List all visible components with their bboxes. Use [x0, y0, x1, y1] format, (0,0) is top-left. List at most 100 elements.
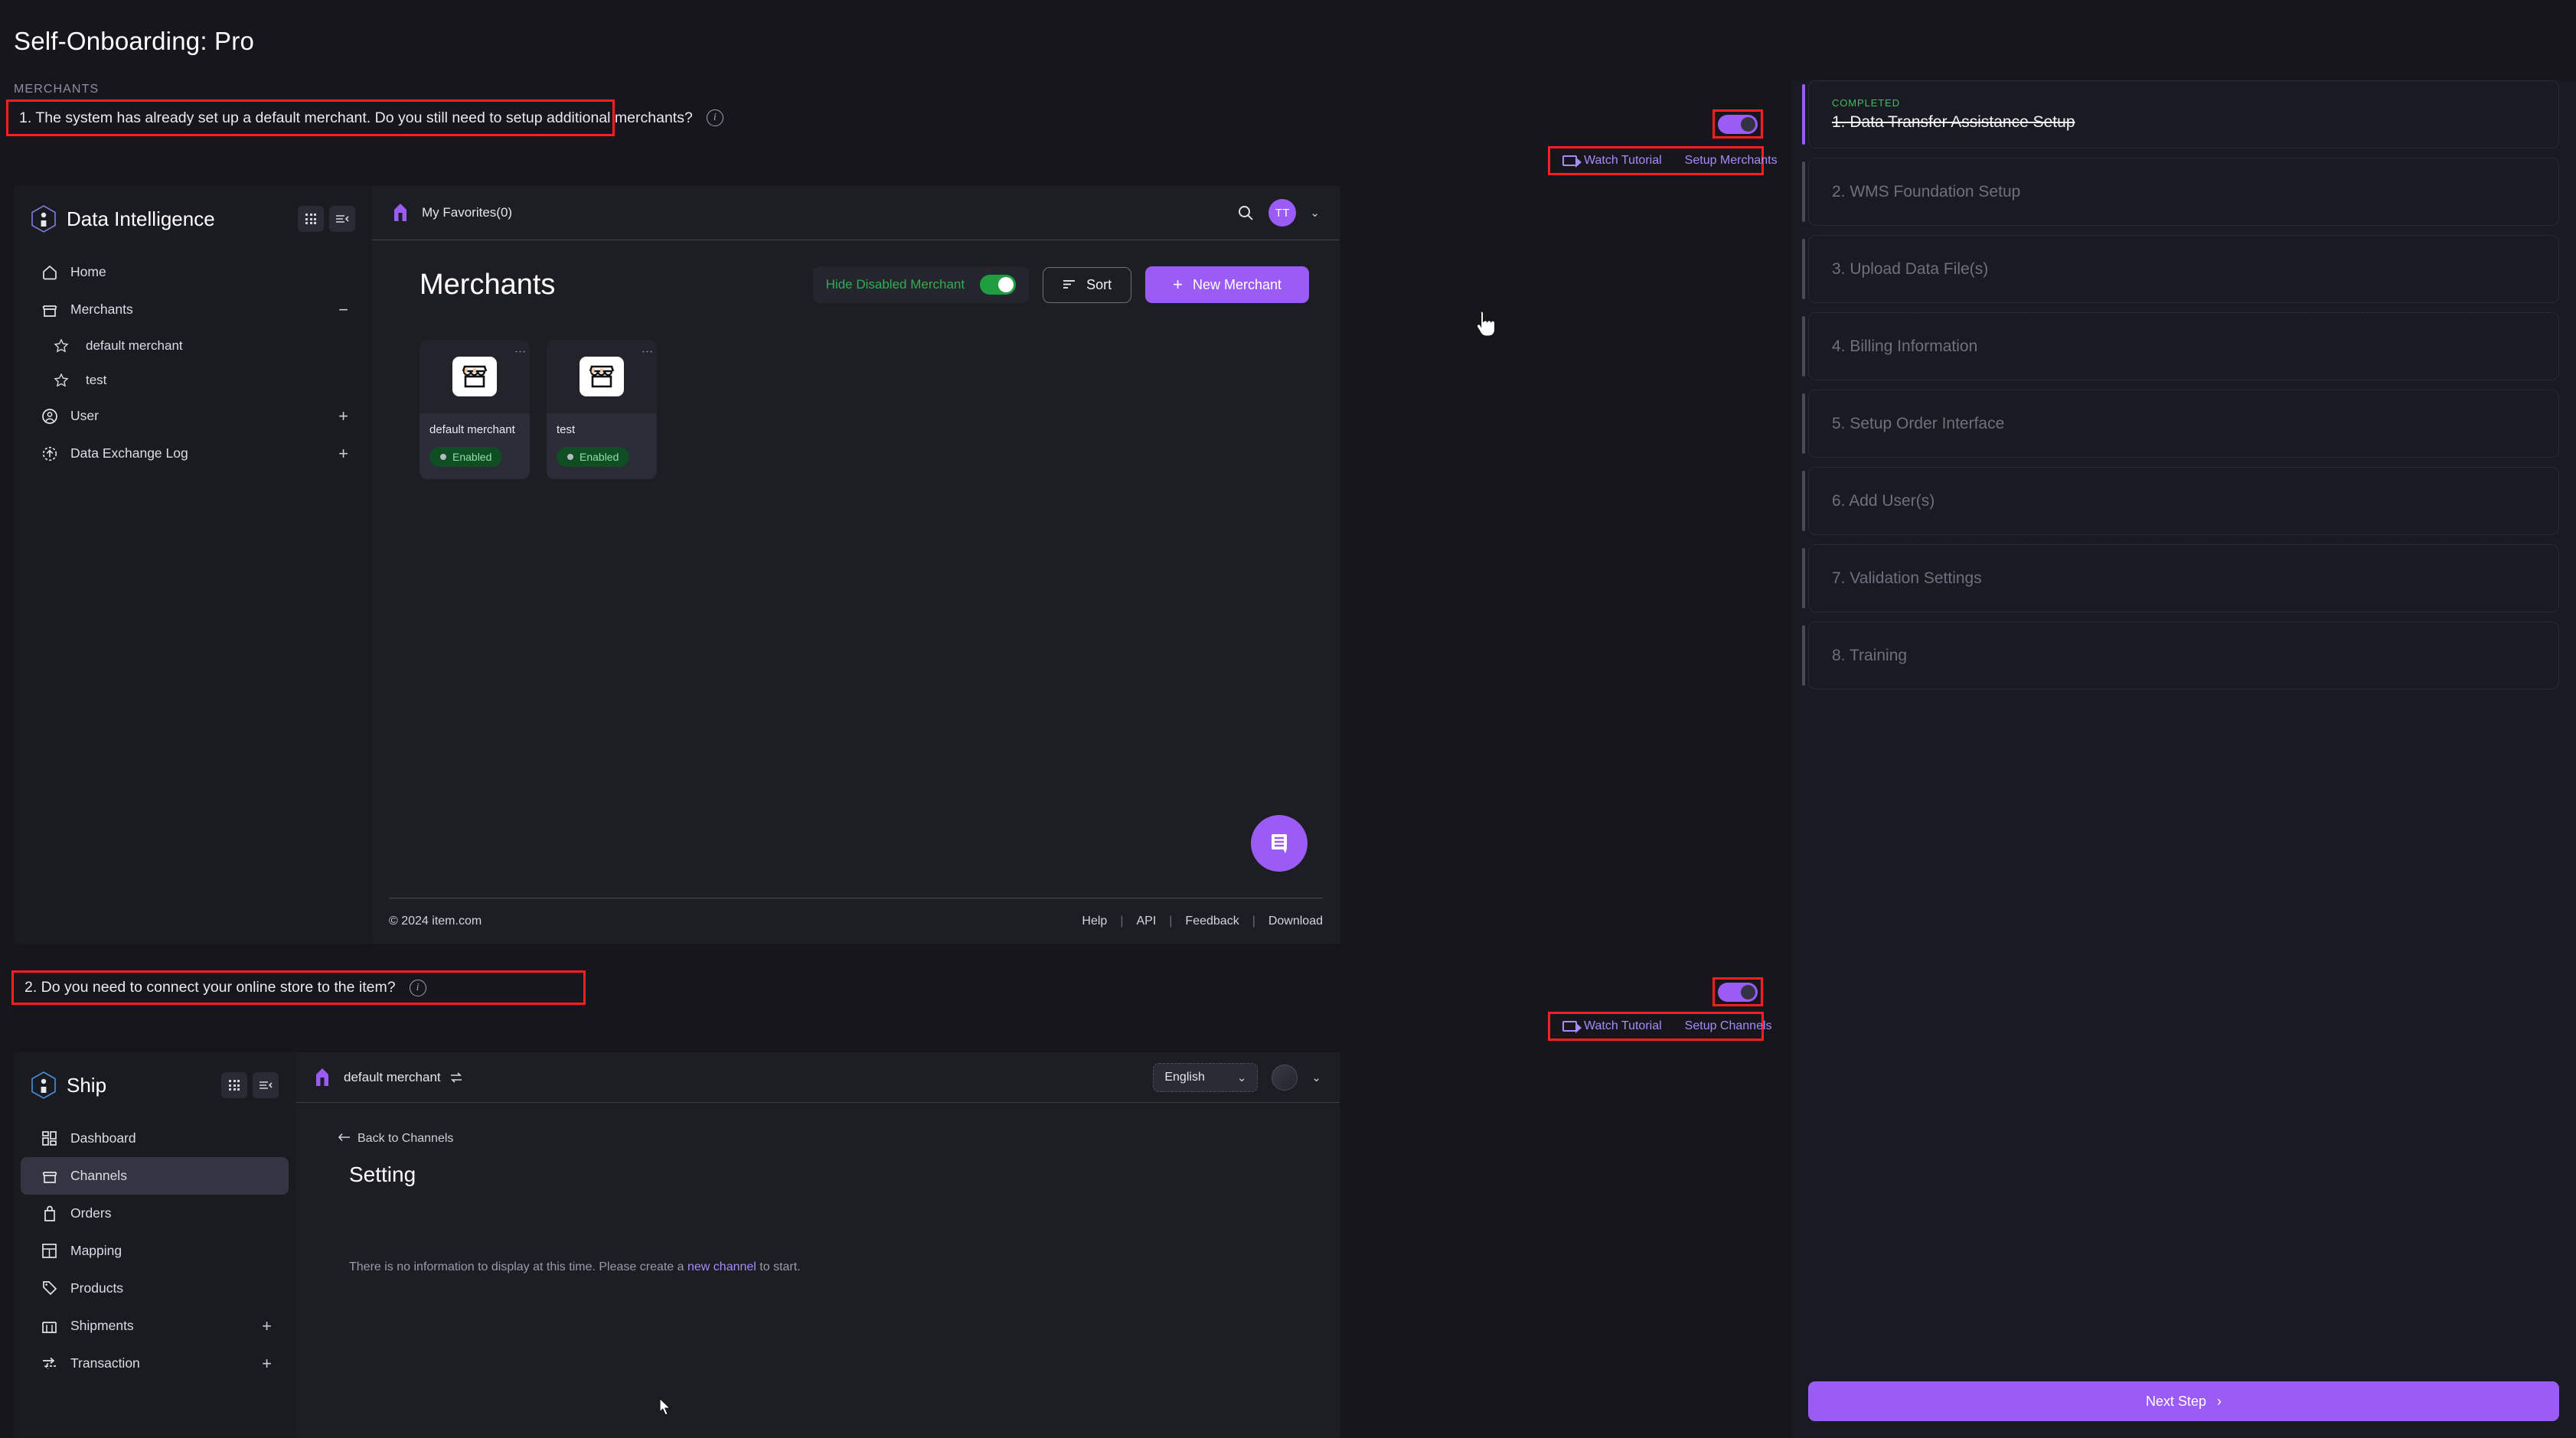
di-brand-row: Data Intelligence — [14, 186, 372, 236]
home-icon[interactable] — [314, 1068, 331, 1087]
watch-tutorial-channels-link[interactable]: Watch Tutorial — [1562, 1019, 1662, 1033]
divider: | — [1252, 915, 1255, 928]
chevron-down-icon[interactable]: ⌄ — [1311, 1071, 1321, 1084]
avatar[interactable] — [1272, 1065, 1298, 1091]
step-label: 8. Training — [1832, 647, 2558, 665]
collapse-sidebar-icon[interactable] — [253, 1072, 279, 1098]
video-camera-icon — [1562, 155, 1577, 166]
collapse-merchants-icon[interactable]: − — [338, 302, 348, 318]
card-menu-icon[interactable]: ⋮ — [518, 346, 522, 357]
sidebar-item-products[interactable]: Products — [21, 1270, 289, 1307]
hide-disabled-merchant-control[interactable]: Hide Disabled Merchant — [813, 266, 1029, 303]
chat-support-button[interactable] — [1251, 815, 1308, 872]
sidebar-item-mapping[interactable]: Mapping — [21, 1232, 289, 1270]
star-icon[interactable] — [54, 338, 69, 354]
page-title: Self-Onboarding: Pro — [14, 27, 254, 56]
onboarding-step-5[interactable]: 5. Setup Order Interface — [1808, 390, 2559, 458]
merchant-breadcrumb[interactable]: default merchant — [344, 1070, 441, 1085]
star-icon[interactable] — [54, 373, 69, 388]
sidebar-item-label: Transaction — [70, 1355, 140, 1371]
sidebar-subitem-label: default merchant — [86, 338, 183, 354]
status-dot-icon — [567, 454, 573, 460]
chevron-down-icon[interactable]: ⌄ — [1310, 206, 1320, 220]
ship-sidebar: Ship — [14, 1052, 295, 1438]
sidebar-item-merchants[interactable]: Merchants − — [21, 291, 365, 328]
setup-merchants-link[interactable]: Setup Merchants — [1685, 154, 1778, 168]
add-transaction-icon[interactable]: + — [262, 1355, 272, 1372]
watch-tutorial-label: Watch Tutorial — [1584, 154, 1662, 168]
onboarding-step-1[interactable]: COMPLETED 1. Data Transfer Assistance Se… — [1808, 80, 2559, 148]
sidebar-subitem-test[interactable]: test — [14, 363, 372, 397]
footer-link-api[interactable]: API — [1136, 915, 1156, 928]
setup-channels-link[interactable]: Setup Channels — [1685, 1019, 1772, 1033]
info-icon[interactable]: i — [707, 109, 723, 126]
onboarding-step-2[interactable]: 2. WMS Foundation Setup — [1808, 158, 2559, 226]
question-1-toggle[interactable] — [1718, 115, 1758, 134]
sidebar-item-channels[interactable]: Channels — [21, 1157, 289, 1195]
ship-brand-name: Ship — [67, 1074, 106, 1097]
sidebar-item-home[interactable]: Home — [21, 253, 365, 291]
card-menu-icon[interactable]: ⋮ — [645, 346, 649, 357]
new-channel-link[interactable]: new channel — [687, 1260, 756, 1273]
di-brand-buttons — [298, 206, 355, 232]
sidebar-item-transaction[interactable]: Transaction + — [21, 1345, 289, 1382]
store-icon — [580, 357, 624, 396]
collapse-sidebar-icon[interactable] — [329, 206, 355, 232]
sidebar-item-user[interactable]: User + — [21, 397, 365, 435]
merchant-card-body: test Enabled — [547, 413, 657, 479]
step-label: 4. Billing Information — [1832, 337, 2558, 356]
sidebar-item-dashboard[interactable]: Dashboard — [21, 1120, 289, 1157]
sidebar-item-label: Shipments — [70, 1318, 134, 1334]
merchant-card[interactable]: ⋮ — [420, 340, 530, 479]
add-shipment-icon[interactable]: + — [262, 1318, 272, 1335]
di-nav: Home Merchants − default merchant — [14, 236, 372, 472]
merchant-card-top: ⋮ — [547, 340, 657, 413]
avatar[interactable]: TT — [1268, 199, 1296, 227]
warehouse-icon — [41, 1317, 58, 1335]
dashboard-icon — [41, 1130, 58, 1147]
language-select[interactable]: English ⌄ — [1153, 1063, 1258, 1092]
sort-button[interactable]: Sort — [1043, 267, 1131, 303]
apps-grid-icon[interactable] — [298, 206, 324, 232]
ship-brand-row: Ship — [14, 1052, 295, 1103]
plus-icon: + — [1173, 276, 1183, 293]
onboarding-step-8[interactable]: 8. Training — [1808, 621, 2559, 690]
empty-state-message: There is no information to display at th… — [349, 1260, 1309, 1274]
footer-link-feedback[interactable]: Feedback — [1185, 915, 1239, 928]
question-2-toggle[interactable] — [1718, 983, 1758, 1002]
sidebar-subitem-default-merchant[interactable]: default merchant — [14, 328, 372, 363]
merchant-card[interactable]: ⋮ — [547, 340, 657, 479]
swap-icon[interactable] — [449, 1071, 463, 1084]
merchant-card-list: ⋮ — [420, 340, 1309, 479]
home-icon[interactable] — [392, 203, 409, 223]
sidebar-item-orders[interactable]: Orders — [21, 1195, 289, 1232]
footer-link-help[interactable]: Help — [1082, 915, 1107, 928]
breadcrumb[interactable]: My Favorites(0) — [422, 205, 512, 220]
merchant-card-body: default merchant Enabled — [420, 413, 530, 479]
store-icon — [452, 357, 497, 396]
ship-window: Ship — [14, 1052, 1657, 1438]
onboarding-step-6[interactable]: 6. Add User(s) — [1808, 467, 2559, 535]
divider: | — [1169, 915, 1172, 928]
hide-disabled-merchant-toggle[interactable] — [980, 275, 1016, 295]
new-merchant-button[interactable]: + New Merchant — [1145, 266, 1309, 303]
onboarding-steps-panel: COMPLETED 1. Data Transfer Assistance Se… — [1791, 80, 2576, 1438]
add-user-icon[interactable]: + — [338, 408, 348, 425]
transfer-icon — [41, 1355, 58, 1372]
onboarding-step-7[interactable]: 7. Validation Settings — [1808, 544, 2559, 612]
back-to-channels-link[interactable]: Back to Channels — [338, 1132, 1309, 1146]
apps-grid-icon[interactable] — [221, 1072, 247, 1098]
next-step-button[interactable]: Next Step › — [1808, 1381, 2559, 1421]
sidebar-item-shipments[interactable]: Shipments + — [21, 1307, 289, 1345]
step-label: 2. WMS Foundation Setup — [1832, 183, 2558, 201]
hide-disabled-merchant-label: Hide Disabled Merchant — [826, 277, 965, 292]
search-icon[interactable] — [1236, 204, 1255, 222]
info-icon[interactable]: i — [410, 980, 426, 996]
onboarding-step-4[interactable]: 4. Billing Information — [1808, 312, 2559, 380]
question-1-actions: Watch Tutorial Setup Merchants — [1548, 146, 1764, 175]
footer-link-download[interactable]: Download — [1268, 915, 1323, 928]
sidebar-item-data-exchange-log[interactable]: Data Exchange Log + — [21, 435, 365, 472]
onboarding-step-3[interactable]: 3. Upload Data File(s) — [1808, 235, 2559, 303]
watch-tutorial-merchants-link[interactable]: Watch Tutorial — [1562, 154, 1662, 168]
add-log-icon[interactable]: + — [338, 445, 348, 462]
